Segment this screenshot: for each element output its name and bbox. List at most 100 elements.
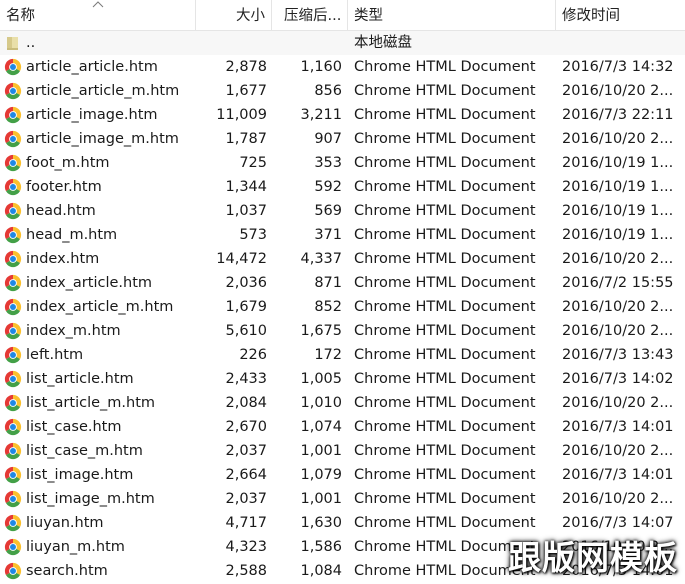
column-header-compressed[interactable]: 压缩后...	[272, 0, 348, 31]
file-name: article_image.htm	[26, 107, 158, 123]
file-compressed-size: 1,630	[300, 515, 342, 531]
file-row[interactable]: article_article_m.htm 1,677 856 Chrome HTML…	[0, 79, 685, 103]
file-modified: 2016/10/20 2...	[562, 491, 674, 507]
file-type: Chrome HTML Document	[354, 395, 536, 411]
file-name: index_article_m.htm	[26, 299, 174, 315]
file-row[interactable]: list_article.htm 2,433 1,005 Chrome HTML Do…	[0, 367, 685, 391]
column-header-modified[interactable]: 修改时间	[556, 0, 685, 31]
file-modified: 2016/7/3 22:11	[562, 107, 674, 123]
file-type: Chrome HTML Document	[354, 275, 536, 291]
file-name: list_case.htm	[26, 419, 122, 435]
file-row[interactable]: index.htm 14,472 4,337 Chrome HTML Document…	[0, 247, 685, 271]
chrome-icon	[4, 514, 22, 532]
file-modified: 2016/10/19 1...	[562, 179, 674, 195]
file-compressed-size: 592	[314, 179, 342, 195]
file-type: Chrome HTML Document	[354, 179, 536, 195]
file-row[interactable]: foot_m.htm 725 353 Chrome HTML Document 2016…	[0, 151, 685, 175]
column-header-bar: 名称 大小 压缩后... 类型 修改时间	[0, 0, 685, 31]
file-name: article_image_m.htm	[26, 131, 179, 147]
file-size: 2,878	[225, 59, 267, 75]
file-row[interactable]: head.htm 1,037 569 Chrome HTML Document 2016…	[0, 199, 685, 223]
file-row[interactable]: list_case_m.htm 2,037 1,001 Chrome HTML Doc…	[0, 439, 685, 463]
column-header-modified-label: 修改时间	[562, 8, 620, 24]
file-compressed-size: 871	[314, 275, 342, 291]
chrome-icon	[4, 250, 22, 268]
file-row[interactable]: list_image.htm 2,664 1,079 Chrome HTML Docu…	[0, 463, 685, 487]
file-compressed-size: 1,586	[300, 539, 342, 555]
file-compressed-size: 1,010	[300, 395, 342, 411]
file-size: 2,084	[225, 395, 267, 411]
file-size: 14,472	[216, 251, 267, 267]
column-header-name-label: 名称	[6, 8, 35, 24]
file-type: Chrome HTML Document	[354, 419, 536, 435]
file-row[interactable]: article_image.htm 11,009 3,211 Chrome HTML …	[0, 103, 685, 127]
file-size: 2,433	[225, 371, 267, 387]
file-modified: 2016/7/3 14:01	[562, 419, 674, 435]
file-compressed-size: 1,005	[300, 371, 342, 387]
file-size: 1,037	[225, 203, 267, 219]
file-name: head_m.htm	[26, 227, 118, 243]
parent-folder-name: ..	[26, 35, 36, 51]
file-compressed-size: 907	[314, 131, 342, 147]
file-type: Chrome HTML Document	[354, 203, 536, 219]
file-compressed-size: 569	[314, 203, 342, 219]
file-name: liuyan_m.htm	[26, 539, 125, 555]
file-compressed-size: 856	[314, 83, 342, 99]
file-compressed-size: 1,001	[300, 443, 342, 459]
file-row[interactable]: index_article.htm 2,036 871 Chrome HTML Doc…	[0, 271, 685, 295]
parent-folder-row[interactable]: .. 本地磁盘	[0, 31, 685, 55]
file-row[interactable]: footer.htm 1,344 592 Chrome HTML Document 20…	[0, 175, 685, 199]
file-name: head.htm	[26, 203, 96, 219]
file-name: article_article.htm	[26, 59, 158, 75]
file-row[interactable]: index_article_m.htm 1,679 852 Chrome HTML D…	[0, 295, 685, 319]
file-size: 4,717	[225, 515, 267, 531]
file-size: 1,679	[225, 299, 267, 315]
file-name: index_m.htm	[26, 323, 121, 339]
chrome-icon	[4, 106, 22, 124]
file-name: search.htm	[26, 563, 108, 579]
column-header-type[interactable]: 类型	[348, 0, 556, 31]
file-name: article_article_m.htm	[26, 83, 180, 99]
file-row[interactable]: article_image_m.htm 1,787 907 Chrome HTML D…	[0, 127, 685, 151]
chrome-icon	[4, 394, 22, 412]
file-type: Chrome HTML Document	[354, 299, 536, 315]
file-row[interactable]: head_m.htm 573 371 Chrome HTML Document 2016…	[0, 223, 685, 247]
file-compressed-size: 371	[314, 227, 342, 243]
file-row[interactable]: article_article.htm 2,878 1,160 Chrome HTML…	[0, 55, 685, 79]
file-type: Chrome HTML Document	[354, 131, 536, 147]
file-row[interactable]: list_article_m.htm 2,084 1,010 Chrome HTML …	[0, 391, 685, 415]
file-type: Chrome HTML Document	[354, 323, 536, 339]
file-row[interactable]: index_m.htm 5,610 1,675 Chrome HTML Documen…	[0, 319, 685, 343]
chrome-icon	[4, 202, 22, 220]
file-size: 1,677	[225, 83, 267, 99]
file-size: 1,344	[225, 179, 267, 195]
chrome-icon	[4, 490, 22, 508]
chrome-icon	[4, 298, 22, 316]
chrome-icon	[4, 538, 22, 556]
file-modified: 2016/10/19 1...	[562, 155, 674, 171]
file-name: list_article.htm	[26, 371, 134, 387]
file-size: 226	[239, 347, 267, 363]
file-size: 2,037	[225, 443, 267, 459]
chrome-icon	[4, 418, 22, 436]
file-modified: 2016/10/20 2...	[562, 395, 674, 411]
chrome-icon	[4, 226, 22, 244]
parent-folder-type: 本地磁盘	[354, 35, 412, 51]
file-type: Chrome HTML Document	[354, 371, 536, 387]
file-size: 2,037	[225, 491, 267, 507]
file-row[interactable]: left.htm 226 172 Chrome HTML Document 2016/7…	[0, 343, 685, 367]
file-name: foot_m.htm	[26, 155, 110, 171]
column-header-size[interactable]: 大小	[196, 0, 272, 31]
chrome-icon	[4, 370, 22, 388]
file-name: left.htm	[26, 347, 84, 363]
file-size: 11,009	[216, 107, 267, 123]
file-size: 2,588	[225, 563, 267, 579]
file-row[interactable]: list_image_m.htm 2,037 1,001 Chrome HTML Do…	[0, 487, 685, 511]
file-row[interactable]: list_case.htm 2,670 1,074 Chrome HTML Docum…	[0, 415, 685, 439]
file-type: Chrome HTML Document	[354, 107, 536, 123]
chrome-icon	[4, 562, 22, 580]
file-compressed-size: 3,211	[300, 107, 342, 123]
file-type: Chrome HTML Document	[354, 347, 536, 363]
file-compressed-size: 1,160	[300, 59, 342, 75]
column-header-name[interactable]: 名称	[0, 0, 196, 31]
